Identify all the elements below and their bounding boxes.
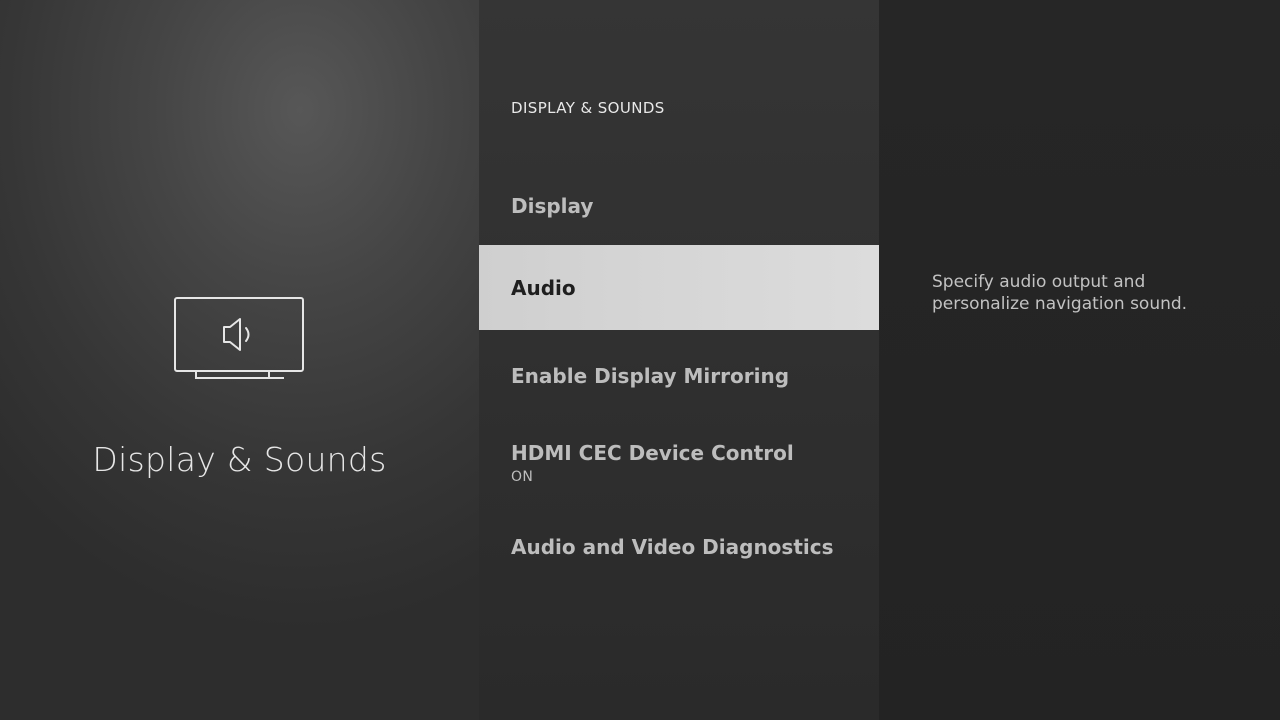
section-header: DISPLAY & SOUNDS [511, 99, 665, 117]
settings-screen: Display & Sounds DISPLAY & SOUNDS Displa… [0, 0, 1280, 720]
menu-item-hdmi-cec[interactable]: HDMI CEC Device Control ON [479, 420, 879, 505]
menu-item-label: Enable Display Mirroring [511, 363, 790, 388]
menu-item-label: Audio [511, 275, 576, 300]
tv-speaker-icon [174, 297, 304, 379]
menu-panel: DISPLAY & SOUNDS Display Audio Enable Di… [479, 0, 879, 720]
menu-item-label: Display [511, 193, 594, 218]
category-panel: Display & Sounds [0, 0, 479, 720]
item-description: Specify audio output and personalize nav… [932, 272, 1188, 314]
menu-item-audio[interactable]: Audio [479, 245, 879, 330]
menu-item-display[interactable]: Display [479, 163, 879, 248]
menu-item-av-diagnostics[interactable]: Audio and Video Diagnostics [479, 504, 879, 589]
category-title: Display & Sounds [92, 440, 387, 479]
description-panel: Specify audio output and personalize nav… [879, 0, 1280, 720]
menu-item-status: ON [511, 468, 534, 485]
menu-item-label: Audio and Video Diagnostics [511, 534, 834, 559]
menu-item-display-mirroring[interactable]: Enable Display Mirroring [479, 333, 879, 418]
menu-item-label: HDMI CEC Device Control [511, 440, 794, 465]
